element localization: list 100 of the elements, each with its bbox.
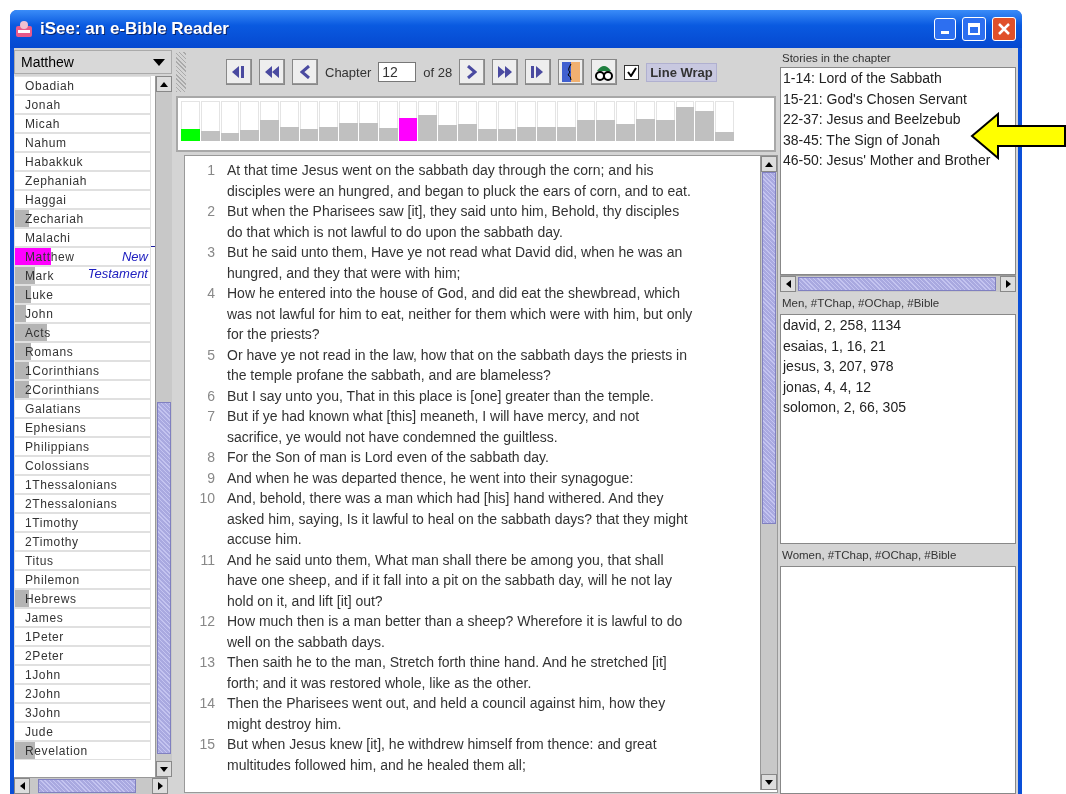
maximize-icon <box>968 23 980 35</box>
person-item[interactable]: jonas, 4, 4, 12 <box>781 376 871 397</box>
down-triangle-icon <box>765 779 773 785</box>
book-name[interactable]: Jude <box>25 724 54 739</box>
verse-text: For the Son of man is Lord even of the sabbath day. <box>227 448 550 467</box>
chapter-bar[interactable] <box>596 101 616 141</box>
story-item[interactable]: 15-21: God's Chosen Servant <box>781 88 967 109</box>
chapter-bar[interactable] <box>398 101 418 141</box>
scroll-thumb[interactable] <box>762 172 776 524</box>
book-name[interactable]: John <box>25 306 54 321</box>
scroll-down-button[interactable] <box>761 774 777 790</box>
close-icon <box>998 23 1010 35</box>
chapter-bar[interactable] <box>556 101 576 141</box>
story-item[interactable]: 1-14: Lord of the Sabbath <box>781 68 942 89</box>
scroll-bar[interactable] <box>780 275 1016 292</box>
verse-number: 14 <box>198 694 216 713</box>
chapter-bar[interactable] <box>655 101 675 141</box>
verse-text: But if ye had known what [this] meaneth, I will have mercy, and not sacrifice, ye would not have condemned the guiltless. <box>227 407 641 447</box>
chapter-bar[interactable] <box>457 101 477 141</box>
verse-text: But when Jesus knew [it], he withdrew himself from thence: and great multitudes followed him, and he healed them all; <box>227 735 658 775</box>
scroll-left-button[interactable] <box>780 276 796 292</box>
person-item[interactable]: solomon, 2, 66, 305 <box>781 397 906 418</box>
chapter-bar[interactable] <box>181 101 200 141</box>
chapter-bar[interactable] <box>299 101 319 141</box>
minimize-icon <box>941 31 949 34</box>
person-item[interactable]: esaias, 1, 16, 21 <box>781 335 886 356</box>
scroll-left-button[interactable] <box>14 778 30 794</box>
scroll-up-button[interactable] <box>156 76 172 92</box>
chapter-bar[interactable] <box>418 101 438 141</box>
scroll-thumb[interactable] <box>798 277 996 291</box>
right-triangle-icon <box>1005 280 1011 288</box>
verse-text: How he entered into the house of God, and did eat the shewbread, which was not lawful for him to eat, neither for them which were with him, but only for the priests? <box>227 284 694 344</box>
story-item[interactable]: 38-45: The Sign of Jonah <box>781 129 940 150</box>
scroll-thumb[interactable] <box>157 402 171 754</box>
chapter-bar[interactable] <box>240 101 260 141</box>
chapter-bar[interactable] <box>339 101 359 141</box>
scroll-bar[interactable] <box>14 777 168 794</box>
story-item[interactable]: 46-50: Jesus' Mother and Brother <box>781 150 991 171</box>
book-name[interactable]: Titus <box>25 553 54 568</box>
verse-text: How much then is a man better than a sheep? Wherefore it is lawful to do well on the sabbath days. <box>227 612 684 652</box>
line-wrap-label[interactable]: Line Wrap <box>646 62 717 82</box>
scroll-thumb[interactable] <box>38 779 136 793</box>
chapter-bar[interactable] <box>260 101 279 141</box>
chapter-bar[interactable] <box>438 101 457 141</box>
right-triangle-icon <box>157 782 163 790</box>
chapter-field[interactable]: 12 <box>378 62 417 82</box>
chapter-bar[interactable] <box>359 101 378 141</box>
chapter-bar[interactable] <box>477 101 497 141</box>
verse-text: Then saith he to the man, Stretch forth thine hand. And he stretched [it] forth; and it was restored whole, like as the other. <box>227 653 668 693</box>
verse-number: 12 <box>198 612 216 631</box>
scroll-bar[interactable] <box>760 156 777 790</box>
chapter-bar[interactable] <box>279 101 299 141</box>
line-wrap-checkbox[interactable] <box>624 64 640 80</box>
first-icon <box>232 66 246 78</box>
next-button[interactable] <box>459 59 486 85</box>
book-dropdown[interactable]: Matthew <box>14 50 172 74</box>
maximize-button[interactable] <box>962 17 986 41</box>
verse-number: 1 <box>206 161 216 180</box>
binoculars-icon <box>594 63 615 81</box>
first-chapter-button[interactable] <box>226 59 252 85</box>
chapter-bar[interactable] <box>517 101 537 141</box>
chapter-bar[interactable] <box>378 101 398 141</box>
scroll-right-button[interactable] <box>1000 276 1016 292</box>
profile-button[interactable] <box>558 59 585 85</box>
chapter-bar[interactable] <box>497 101 517 141</box>
book-name[interactable]: Mark <box>25 268 55 283</box>
verse-text: And he said unto them, What man shall there be among you, that shall have one sheep, and if it fall into a pit on the sabbath day, will he not lay hold on it, and lift [it] out? <box>227 550 673 611</box>
last-chapter-button[interactable] <box>525 59 552 85</box>
person-item[interactable]: jesus, 3, 207, 978 <box>781 356 894 377</box>
scroll-up-button[interactable] <box>761 156 777 172</box>
chapter-count: of 28 <box>423 64 453 80</box>
previous-button[interactable] <box>292 59 318 85</box>
rewind-button[interactable] <box>259 59 285 85</box>
chapter-bar[interactable] <box>200 101 220 141</box>
verse-number: 9 <box>206 468 216 488</box>
chapter-bar[interactable] <box>537 101 556 141</box>
person-item[interactable]: david, 2, 258, 1134 <box>781 315 902 336</box>
scroll-right-button[interactable] <box>152 778 168 794</box>
chevron-left-icon <box>300 65 310 79</box>
scroll-down-button[interactable] <box>156 761 172 777</box>
chapter-bar[interactable] <box>695 101 715 141</box>
verse-text: And, behold, there was a man which had [his] hand withered. And they asked him, saying, Is it lawful to heal on the sabbath days? that they might accuse him. <box>227 489 689 549</box>
book-name[interactable]: Luke <box>25 287 54 302</box>
story-item[interactable]: 22-37: Jesus and Beelzebub <box>781 109 961 130</box>
scroll-bar[interactable] <box>155 76 172 777</box>
find-button[interactable] <box>591 59 618 85</box>
minimize-button[interactable] <box>934 18 956 40</box>
chapter-bar[interactable] <box>319 101 339 141</box>
fast-forward-button[interactable] <box>492 59 519 85</box>
app-logo-icon <box>14 20 34 38</box>
chapter-bar[interactable] <box>715 101 734 141</box>
verse-text: And when he was departed thence, he went into their synagogue: <box>227 468 635 488</box>
fast-forward-icon <box>498 66 513 78</box>
chapter-bar[interactable] <box>220 101 240 141</box>
chapter-bar[interactable] <box>635 101 655 141</box>
chapter-bar[interactable] <box>576 101 596 141</box>
chapter-bar[interactable] <box>616 101 635 141</box>
face-profile-icon <box>562 62 581 82</box>
close-button[interactable] <box>992 17 1016 41</box>
drag-handle[interactable] <box>176 52 186 92</box>
